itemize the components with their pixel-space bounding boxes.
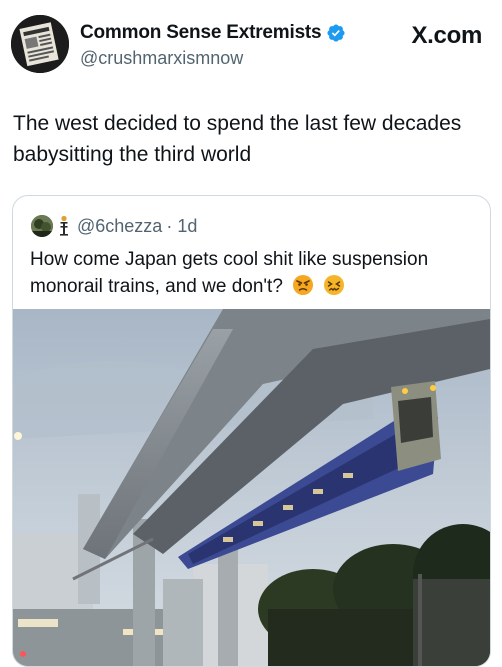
quoted-tweet-time[interactable]: · 1d: [166, 216, 197, 237]
quoted-author-avatar[interactable]: [31, 215, 53, 237]
quoted-tweet-text: How come Japan gets cool shit like suspe…: [30, 249, 429, 297]
quoted-tweet-text-block: How come Japan gets cool shit like suspe…: [30, 246, 480, 300]
quoted-tweet[interactable]: @6chezza · 1d How come Japan gets cool s…: [12, 195, 491, 667]
monorail-photo[interactable]: [13, 309, 490, 667]
author-display-name[interactable]: Common Sense Extremists: [80, 22, 322, 44]
tweet-header: Common Sense Extremists @crushmarxismnow…: [0, 0, 502, 90]
quoted-author-handle[interactable]: @6chezza: [77, 216, 162, 237]
confounded-face-emoji-icon: [324, 275, 345, 295]
verified-badge-icon: [327, 24, 345, 42]
plant-avatar-icon: [31, 215, 53, 237]
newspaper-avatar-icon: [11, 15, 69, 73]
tweet-text: The west decided to spend the last few d…: [13, 112, 462, 166]
x-logo: X.com: [411, 22, 482, 49]
person-emoji-icon: [60, 215, 68, 236]
angry-face-emoji-icon: [293, 275, 314, 295]
author-handle[interactable]: @crushmarxismnow: [80, 48, 243, 69]
author-name-row: Common Sense Extremists: [80, 22, 346, 44]
author-avatar[interactable]: [11, 15, 69, 73]
quoted-tweet-header: @6chezza · 1d: [31, 214, 197, 238]
